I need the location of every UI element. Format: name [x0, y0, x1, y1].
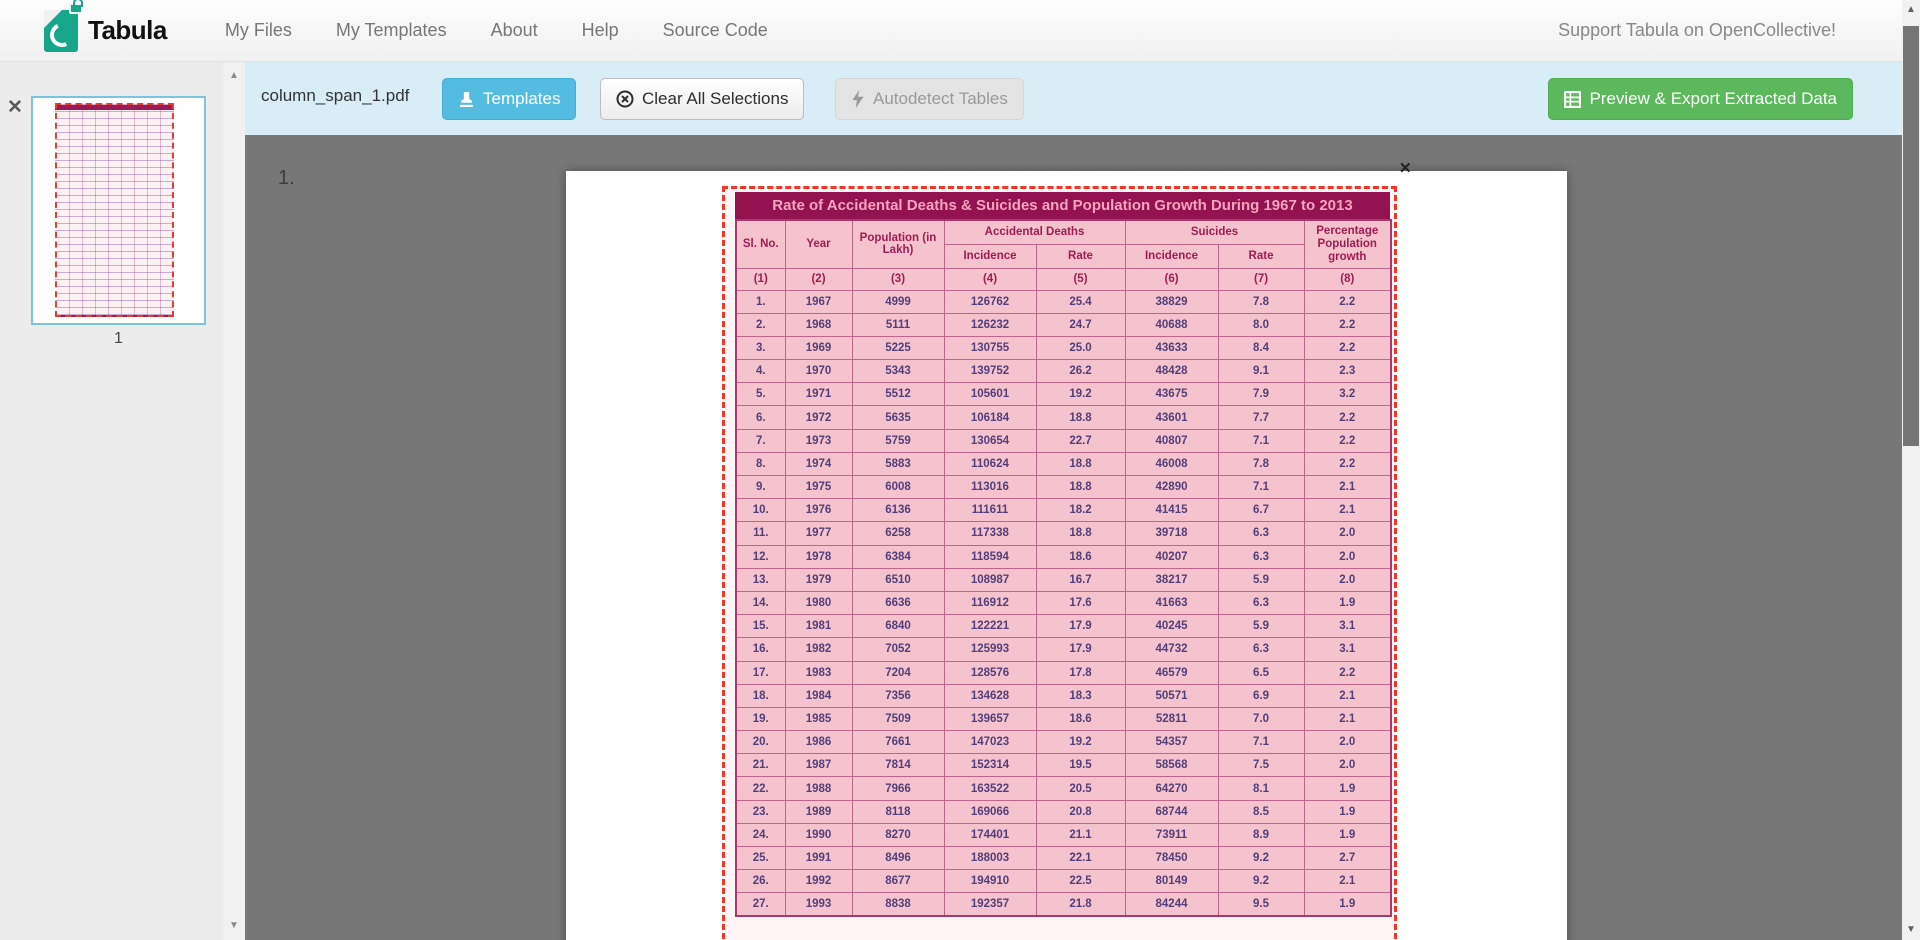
sidebar-scroll-up-icon[interactable]: ▲	[223, 68, 245, 84]
nav-item-help[interactable]: Help	[560, 10, 641, 51]
page-thumbnail-sidebar: ✕ 1	[0, 62, 223, 940]
selection-close-icon[interactable]: ✕	[1399, 161, 1412, 176]
sidebar-scroll-down-icon[interactable]: ▼	[223, 918, 245, 934]
preview-export-label: Preview & Export Extracted Data	[1589, 89, 1837, 109]
autodetect-tables-label: Autodetect Tables	[873, 89, 1008, 109]
thumbnail-selection-preview	[55, 103, 174, 317]
lightning-bolt-icon	[851, 90, 865, 108]
preview-export-button[interactable]: Preview & Export Extracted Data	[1548, 78, 1853, 120]
canvas-page-number: 1.	[278, 167, 295, 190]
tabula-brand[interactable]: Tabula	[44, 10, 167, 52]
nav-item-my-templates[interactable]: My Templates	[314, 10, 469, 51]
lock-icon	[69, 3, 83, 14]
scroll-down-icon[interactable]: ▼	[1902, 922, 1920, 938]
nav-item-about[interactable]: About	[469, 10, 560, 51]
support-link[interactable]: Support Tabula on OpenCollective!	[1558, 20, 1836, 41]
nav-links: My Files My Templates About Help Source …	[203, 10, 790, 51]
brand-name: Tabula	[88, 15, 167, 46]
top-navbar: Tabula My Files My Templates About Help …	[0, 0, 1902, 62]
templates-button[interactable]: Templates	[442, 78, 576, 120]
window-scrollbar[interactable]: ▲ ▼	[1902, 0, 1920, 940]
tabula-pdf-logo-icon	[44, 10, 78, 52]
clear-all-selections-button[interactable]: Clear All Selections	[600, 78, 804, 120]
thumbnail-page-number: 1	[31, 330, 206, 348]
document-canvas: 1. Rate of Accidental Deaths & Suicides …	[245, 135, 1902, 940]
table-grid-icon	[1564, 91, 1581, 108]
sidebar-scrollbar[interactable]: ▲ ▼	[223, 62, 245, 940]
nav-item-source-code[interactable]: Source Code	[641, 10, 790, 51]
circle-x-icon	[616, 90, 634, 108]
pdf-filename: column_span_1.pdf	[261, 86, 409, 106]
clear-all-selections-label: Clear All Selections	[642, 89, 788, 109]
pdf-page[interactable]: Rate of Accidental Deaths & Suicides and…	[566, 171, 1567, 940]
toolbar: column_span_1.pdf Templates Clear All Se…	[245, 62, 1902, 135]
remove-page-icon[interactable]: ✕	[7, 98, 23, 117]
templates-stamp-icon	[458, 91, 475, 108]
page-thumbnail[interactable]	[31, 96, 206, 325]
scrollbar-thumb[interactable]	[1903, 26, 1919, 446]
templates-button-label: Templates	[483, 89, 560, 109]
table-selection-rect[interactable]	[722, 186, 1397, 940]
scroll-up-icon[interactable]: ▲	[1902, 2, 1920, 18]
nav-item-my-files[interactable]: My Files	[203, 10, 314, 51]
autodetect-tables-button: Autodetect Tables	[835, 78, 1024, 120]
